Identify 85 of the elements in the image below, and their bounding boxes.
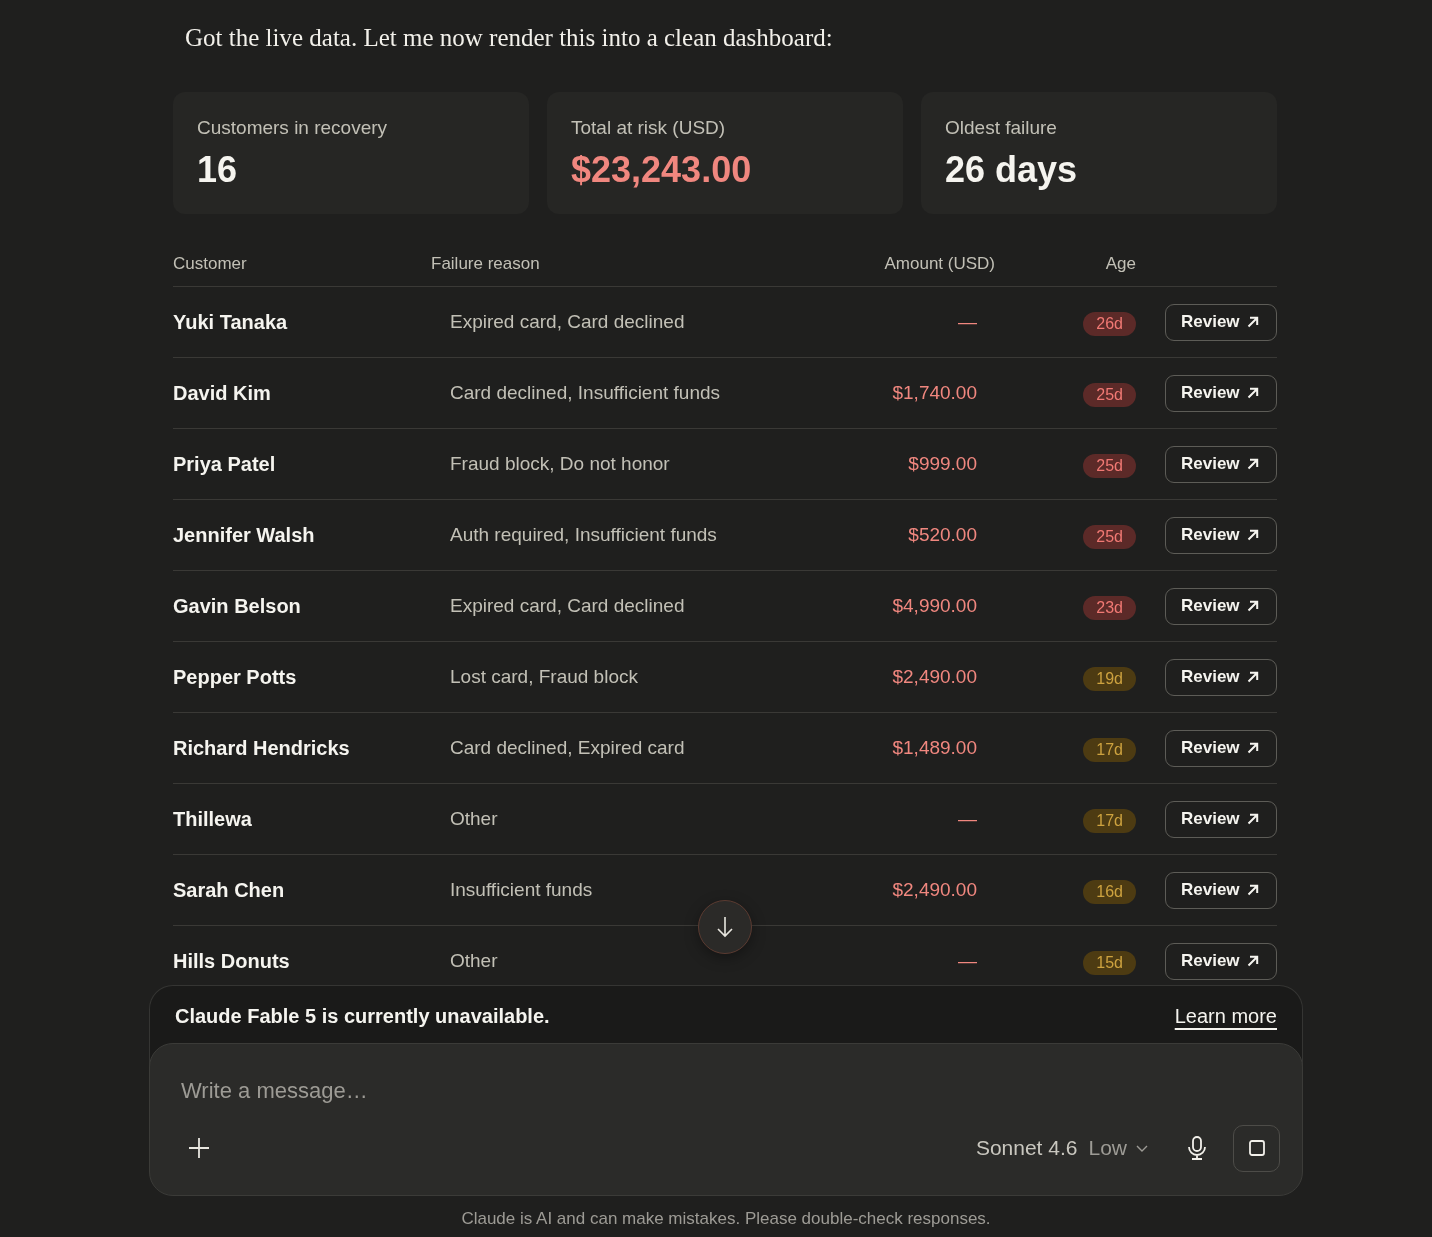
failure-reason: Lost card, Fraud block	[450, 666, 638, 687]
amount: $2,490.00	[892, 665, 977, 689]
message-input[interactable]: Write a message…	[181, 1076, 1280, 1106]
stat-value: $23,243.00	[571, 148, 752, 192]
amount: $4,990.00	[892, 594, 977, 618]
stop-icon	[1248, 1140, 1265, 1156]
add-button[interactable]	[189, 1138, 209, 1158]
arrow-up-right-icon	[1246, 458, 1259, 470]
chevron-down-icon	[1136, 1144, 1148, 1152]
notice-text: Claude Fable 5 is currently unavailable.	[175, 1004, 550, 1029]
failure-reason: Fraud block, Do not honor	[450, 453, 670, 474]
review-button[interactable]: Review	[1165, 303, 1277, 341]
model-selector[interactable]: Sonnet 4.6 Low	[975, 1136, 1148, 1160]
column-header: Customer	[173, 253, 247, 275]
review-button[interactable]: Review	[1165, 587, 1277, 625]
customer-name: Sarah Chen	[173, 878, 285, 903]
age-badge: 25d	[1083, 525, 1136, 549]
customer-name: Jennifer Walsh	[173, 523, 315, 548]
age-badge: 16d	[1083, 880, 1136, 904]
amount: $2,490.00	[892, 878, 977, 902]
stat-value: 16	[197, 148, 238, 192]
arrow-up-right-icon	[1246, 600, 1259, 612]
amount: —	[958, 807, 977, 831]
arrow-up-right-icon	[1246, 813, 1259, 825]
scroll-down-button[interactable]	[698, 900, 752, 954]
review-button[interactable]: Review	[1165, 516, 1277, 554]
column-header: Amount (USD)	[884, 253, 995, 275]
failure-reason: Card declined, Insufficient funds	[450, 382, 721, 403]
stat-value: 26 days	[945, 148, 1078, 192]
learn-more-link[interactable]: Learn more	[1174, 1003, 1277, 1029]
review-button[interactable]: Review	[1165, 800, 1277, 838]
customer-name: Hills Donuts	[173, 949, 290, 974]
arrow-down-icon	[716, 916, 734, 938]
customer-name: Priya Patel	[173, 452, 276, 477]
review-button[interactable]: Review	[1165, 658, 1277, 696]
age-badge: 17d	[1083, 809, 1136, 833]
amount: $1,740.00	[892, 381, 977, 405]
disclaimer-text: Claude is AI and can make mistakes. Please double-check responses.	[460, 1208, 992, 1230]
customer-name: David Kim	[173, 381, 271, 406]
customer-name: Pepper Potts	[173, 665, 297, 690]
arrow-up-right-icon	[1246, 742, 1259, 754]
age-badge: 19d	[1083, 667, 1136, 691]
failure-reason: Auth required, Insufficient funds	[450, 524, 717, 545]
age-badge: 23d	[1083, 596, 1136, 620]
age-badge: 26d	[1083, 312, 1136, 336]
customer-name: Thillewa	[173, 807, 252, 832]
stop-button[interactable]	[1233, 1124, 1280, 1172]
microphone-icon	[1188, 1136, 1206, 1160]
failure-reason: Other	[450, 950, 498, 971]
amount: $520.00	[908, 523, 977, 547]
arrow-up-right-icon	[1246, 884, 1259, 896]
review-button[interactable]: Review	[1165, 942, 1277, 980]
stat-label: Total at risk (USD)	[571, 116, 726, 140]
arrow-up-right-icon	[1246, 955, 1259, 967]
assistant-message: Got the live data. Let me now render this into a clean dashboard:	[185, 23, 833, 53]
stat-label: Customers in recovery	[197, 116, 388, 140]
column-header: Failure reason	[431, 253, 540, 275]
amount: —	[958, 949, 977, 973]
age-badge: 15d	[1083, 951, 1136, 975]
age-badge: 25d	[1083, 383, 1136, 407]
amount: —	[958, 310, 977, 334]
failure-reason: Other	[450, 808, 498, 829]
review-button[interactable]: Review	[1165, 374, 1277, 412]
failure-reason: Card declined, Expired card	[450, 737, 685, 758]
microphone-button[interactable]	[1188, 1136, 1206, 1160]
plus-icon	[189, 1138, 209, 1158]
customer-name: Gavin Belson	[173, 594, 301, 619]
stat-label: Oldest failure	[945, 116, 1057, 140]
arrow-up-right-icon	[1246, 316, 1259, 328]
customer-name: Richard Hendricks	[173, 736, 350, 761]
failure-reason: Insufficient funds	[450, 879, 593, 900]
age-badge: 17d	[1083, 738, 1136, 762]
arrow-up-right-icon	[1246, 387, 1259, 399]
amount: $1,489.00	[892, 736, 977, 760]
column-header: Age	[1105, 253, 1136, 275]
age-badge: 25d	[1083, 454, 1136, 478]
failure-reason: Expired card, Card declined	[450, 595, 685, 616]
arrow-up-right-icon	[1246, 529, 1259, 541]
amount: $999.00	[908, 452, 977, 476]
arrow-up-right-icon	[1246, 671, 1259, 683]
customer-name: Yuki Tanaka	[173, 310, 288, 335]
review-button[interactable]: Review	[1165, 729, 1277, 767]
review-button[interactable]: Review	[1165, 445, 1277, 483]
review-button[interactable]: Review	[1165, 871, 1277, 909]
failure-reason: Expired card, Card declined	[450, 311, 685, 332]
